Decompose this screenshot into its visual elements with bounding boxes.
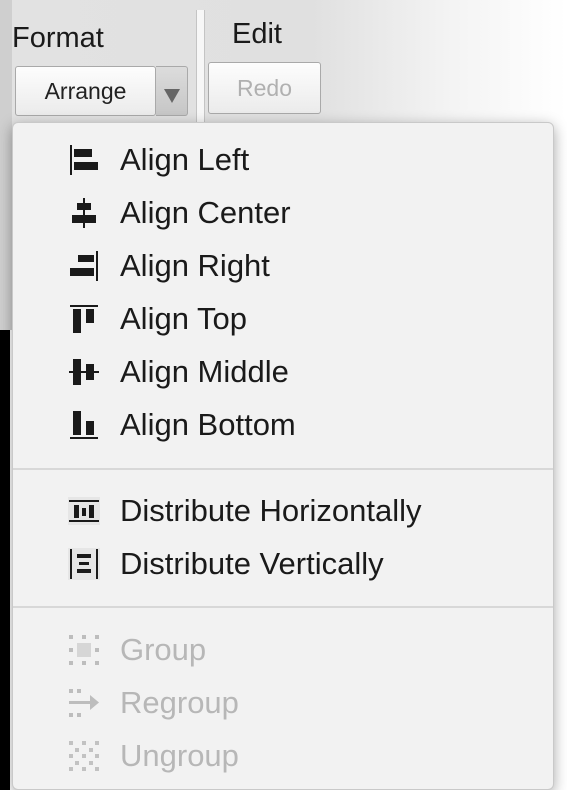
regroup-icon	[69, 689, 99, 717]
menu-separator	[13, 606, 553, 608]
menu-item-align-center[interactable]: Align Center	[13, 187, 553, 239]
menu-item-label: Align Top	[120, 301, 247, 336]
menu-item-label: Regroup	[120, 685, 239, 720]
align-center-icon	[72, 198, 96, 228]
redo-button[interactable]: Redo	[208, 62, 321, 114]
align-bottom-icon	[70, 411, 98, 439]
menu-item-align-middle[interactable]: Align Middle	[13, 346, 553, 398]
menu-item-label: Align Center	[120, 195, 291, 230]
arrange-dropdown-button[interactable]	[156, 66, 188, 116]
menu-item-align-left[interactable]: Align Left	[13, 134, 553, 186]
menu-item-regroup[interactable]: Regroup	[13, 677, 553, 729]
menu-item-ungroup[interactable]: Ungroup	[13, 730, 553, 782]
align-middle-icon	[69, 359, 99, 385]
menu-item-align-bottom[interactable]: Align Bottom	[13, 399, 553, 451]
menu-item-distribute-vertically[interactable]: Distribute Vertically	[13, 538, 553, 590]
edit-group-label: Edit	[232, 18, 282, 50]
chevron-down-icon	[163, 89, 180, 103]
ungroup-icon	[69, 741, 99, 771]
menu-item-label: Align Left	[120, 142, 250, 177]
menu-item-label: Group	[120, 632, 207, 667]
menu-item-label: Align Middle	[120, 354, 289, 389]
menu-item-distribute-horizontally[interactable]: Distribute Horizontally	[13, 485, 553, 537]
format-group-label: Format	[12, 22, 104, 54]
menu-separator	[13, 468, 553, 470]
menu-item-label: Distribute Horizontally	[120, 493, 422, 528]
menu-item-group[interactable]: Group	[13, 624, 553, 676]
distribute-vertical-icon	[68, 548, 100, 580]
arrange-menu: Align Left Align Center Align Right Alig…	[12, 122, 554, 790]
menu-item-label: Distribute Vertically	[120, 546, 384, 581]
menu-item-align-right[interactable]: Align Right	[13, 240, 553, 292]
align-left-icon	[70, 145, 98, 175]
group-icon	[69, 635, 99, 665]
arrange-button[interactable]: Arrange	[15, 66, 156, 116]
window-edge-dark	[0, 330, 10, 790]
arrange-button-label: Arrange	[44, 77, 127, 104]
align-right-icon	[70, 251, 98, 281]
menu-item-align-top[interactable]: Align Top	[13, 293, 553, 345]
distribute-horizontal-icon	[68, 497, 100, 525]
align-top-icon	[70, 305, 98, 333]
menu-item-label: Align Bottom	[120, 407, 296, 442]
toolbar-divider	[196, 10, 205, 128]
redo-button-label: Redo	[237, 74, 292, 101]
menu-item-label: Ungroup	[120, 738, 239, 773]
menu-item-label: Align Right	[120, 248, 270, 283]
window-edge	[0, 0, 12, 330]
